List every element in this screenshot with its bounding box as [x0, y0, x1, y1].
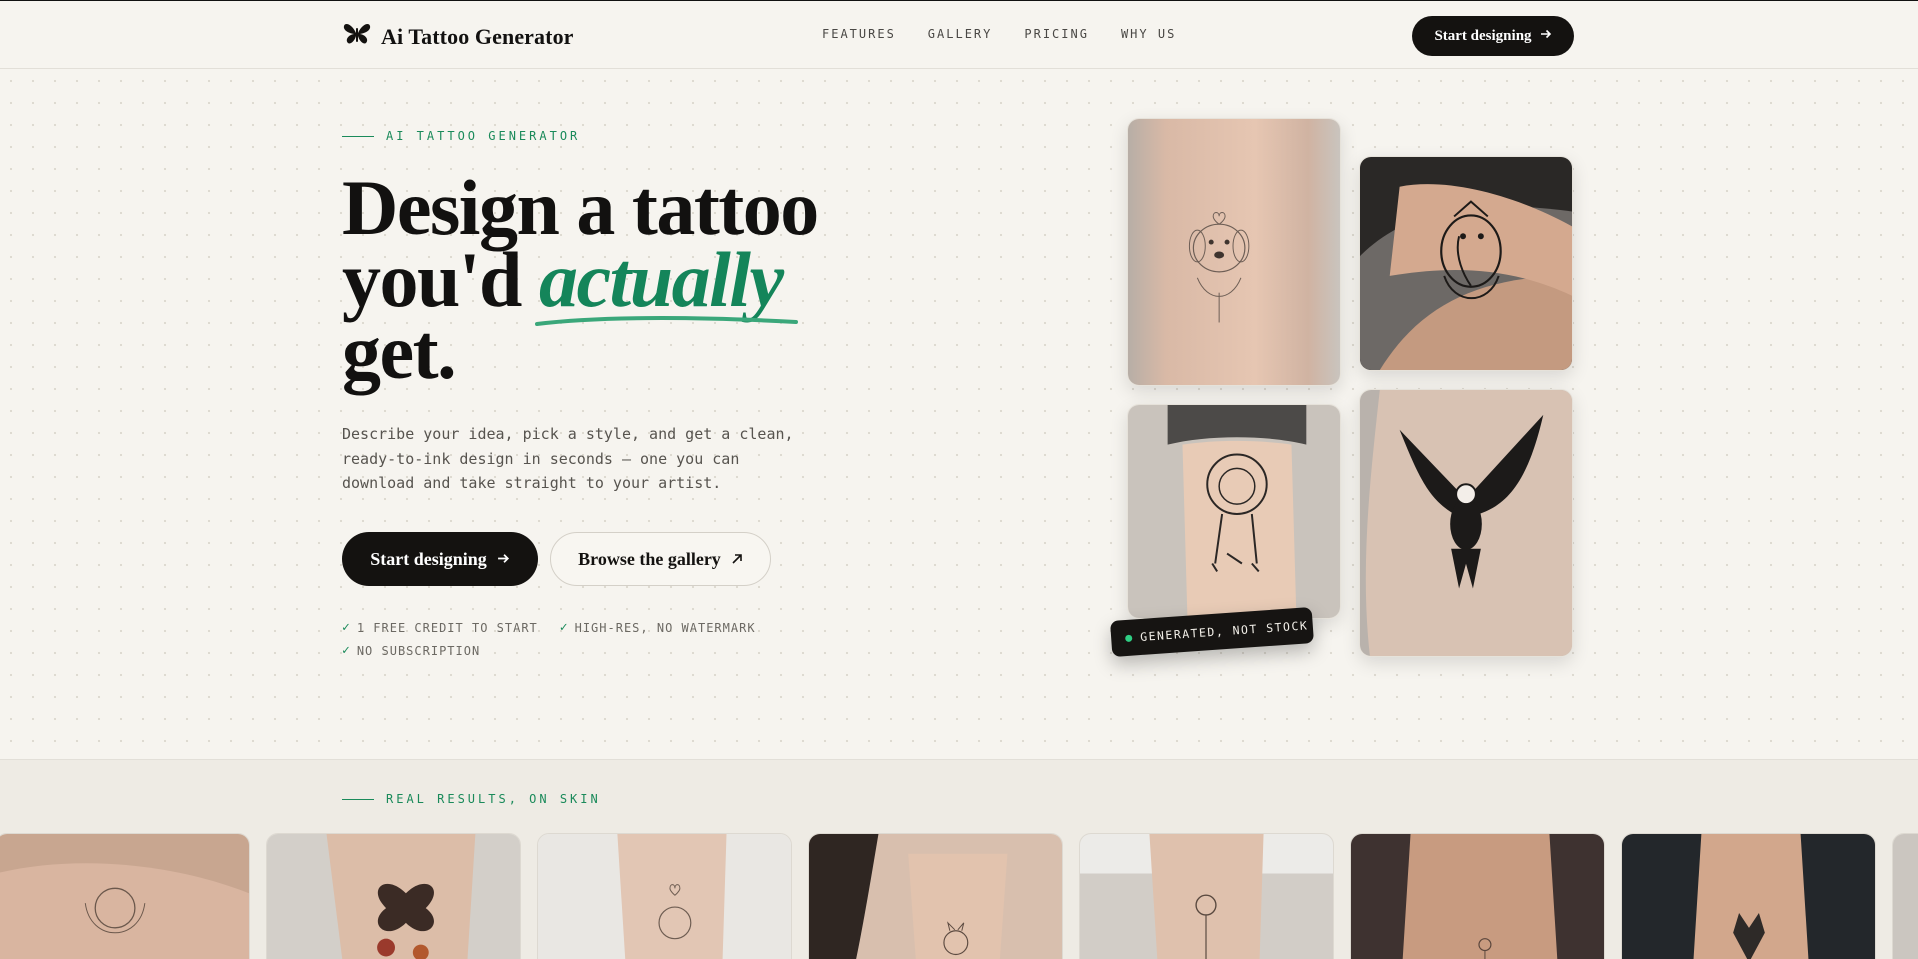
hero-image-dog-tattoo: [1127, 118, 1341, 386]
headline-accent: actually: [538, 236, 784, 323]
nav-features[interactable]: FEATURES: [822, 27, 896, 41]
hero-section: [0, 70, 1918, 759]
hero-image-eagle-tattoo: [1359, 389, 1573, 657]
site-header: Ai Tattoo Generator FEATURES GALLERY PRI…: [0, 1, 1918, 69]
arrow-right-icon: [1540, 28, 1552, 45]
result-thumb-more[interactable]: [1892, 833, 1918, 959]
result-thumb-dog[interactable]: [0, 833, 250, 959]
arrow-up-right-icon: [731, 549, 743, 570]
browse-gallery-label: Browse the gallery: [578, 548, 721, 569]
start-designing-label: Start designing: [370, 548, 487, 569]
perk-text: NO SUBSCRIPTION: [356, 643, 481, 658]
perk-item: ✓ NO SUBSCRIPTION: [342, 643, 480, 658]
result-thumb-flower[interactable]: [1350, 833, 1605, 959]
hero-eyebrow-text: AI TATTOO GENERATOR: [386, 129, 581, 143]
start-designing-button[interactable]: Start designing: [342, 532, 538, 586]
hero-eyebrow: AI TATTOO GENERATOR: [342, 129, 580, 143]
hero-image-ganesha-tattoo: [1359, 156, 1573, 371]
check-icon: ✓: [342, 620, 351, 635]
results-eyebrow: REAL RESULTS, ON SKIN: [342, 792, 601, 806]
headline-underline: [535, 316, 798, 326]
result-thumb-cat[interactable]: [808, 833, 1063, 959]
hero-headline: Design a tattoo you'd actually get.: [342, 169, 902, 391]
brand-name: Ai Tattoo Generator: [381, 23, 574, 49]
results-eyebrow-text: REAL RESULTS, ON SKIN: [386, 792, 601, 806]
hero-image-lion-tattoo: [1127, 404, 1341, 619]
headline-line-3: get.: [342, 308, 457, 395]
hero-description: Describe your idea, pick a style, and ge…: [342, 425, 794, 492]
eyebrow-rule: [342, 135, 374, 137]
perk-item: ✓ HIGH-RES, NO WATERMARK: [560, 620, 756, 635]
result-thumb-wolf[interactable]: [1621, 833, 1876, 959]
perk-text: HIGH-RES, NO WATERMARK: [574, 620, 756, 635]
check-icon: ✓: [559, 620, 569, 635]
result-thumb-dog-2[interactable]: [537, 833, 792, 959]
brand[interactable]: Ai Tattoo Generator: [343, 21, 574, 52]
header-cta-label: Start designing: [1434, 27, 1532, 44]
main-nav: FEATURES GALLERY PRICING WHY US: [822, 27, 1176, 41]
result-thumb-butterfly[interactable]: [266, 833, 521, 959]
badge-text: GENERATED, NOT STOCK: [1139, 618, 1309, 645]
eyebrow-rule: [342, 798, 374, 800]
result-thumb-rose[interactable]: [1079, 833, 1334, 959]
nav-why-us[interactable]: WHY US: [1121, 27, 1176, 41]
results-section: REAL RESULTS, ON SKIN: [0, 759, 1918, 959]
status-dot: [1124, 634, 1133, 642]
perk-item: ✓ 1 FREE CREDIT TO START: [342, 620, 538, 635]
header-start-designing-button[interactable]: Start designing: [1412, 16, 1574, 56]
browse-gallery-button[interactable]: Browse the gallery: [550, 532, 771, 586]
nav-pricing[interactable]: PRICING: [1024, 27, 1089, 41]
perks-list: ✓ 1 FREE CREDIT TO START ✓ HIGH-RES, NO …: [342, 620, 802, 658]
results-gallery: [0, 833, 1918, 959]
check-icon: ✓: [342, 643, 351, 658]
perk-text: 1 FREE CREDIT TO START: [356, 620, 538, 635]
butterfly-icon: [343, 21, 371, 52]
nav-gallery[interactable]: GALLERY: [928, 27, 993, 41]
arrow-right-icon: [497, 549, 510, 570]
